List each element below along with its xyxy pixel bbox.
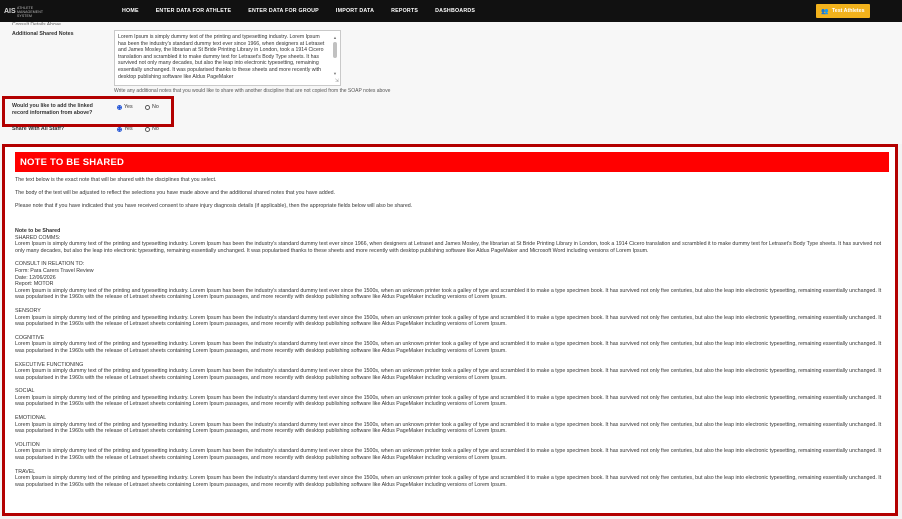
top-nav-bar: AIS ATHLETE MANAGEMENT SYSTEM HOME ENTER… — [0, 0, 902, 22]
nav-enter-data-athlete[interactable]: ENTER DATA FOR ATHLETE — [156, 8, 232, 14]
test-athletes-button[interactable]: 👥 Test Athletes — [816, 4, 870, 18]
note-to-be-shared-panel: NOTE TO BE SHARED The text below is the … — [2, 144, 898, 516]
radio-selected-icon — [117, 104, 122, 110]
additional-notes-label: Additional Shared Notes — [12, 31, 74, 37]
linked-no-label: No — [152, 104, 159, 110]
resize-handle-icon[interactable]: ⇲ — [335, 78, 339, 85]
linked-yes-label: Yes — [124, 104, 133, 110]
section-text: Lorem Ipsum is simply dummy text of the … — [15, 368, 882, 381]
scroll-down-icon[interactable]: ▼ — [333, 71, 337, 78]
consult-form: Form: Para Carers Travel Review — [15, 267, 94, 274]
linked-yes-radio[interactable]: Yes — [117, 104, 133, 110]
share-all-staff-label: Share With All Staff? — [12, 126, 65, 132]
share-yes-label: Yes — [124, 126, 133, 132]
users-icon: 👥 — [821, 8, 829, 15]
section-title: TRAVEL — [15, 468, 36, 475]
note-intro-1: The text below is the exact note that wi… — [15, 177, 217, 183]
nav-home[interactable]: HOME — [122, 8, 139, 14]
section-title: EMOTIONAL — [15, 415, 47, 422]
section-text: Lorem Ipsum is simply dummy text of the … — [15, 341, 882, 354]
additional-notes-value: Lorem Ipsum is simply dummy text of the … — [118, 34, 325, 80]
shared-comms-text: Lorem Ipsum is simply dummy text of the … — [15, 241, 882, 254]
nav-enter-data-group[interactable]: ENTER DATA FOR GROUP — [248, 8, 319, 14]
linked-no-radio[interactable]: No — [145, 104, 159, 110]
nav-dashboards[interactable]: DASHBOARDS — [435, 8, 475, 14]
consult-details-label: Consult Details Above — [12, 22, 61, 25]
radio-unselected-icon — [145, 104, 150, 110]
share-yes-radio[interactable]: Yes — [117, 126, 133, 132]
logo-mark: AIS — [4, 7, 16, 15]
note-header: NOTE TO BE SHARED — [15, 152, 889, 172]
consult-report: Report: MOTOR — [15, 281, 54, 288]
form-section: Consult Details Above Additional Shared … — [0, 22, 902, 144]
section-text: Lorem Ipsum is simply dummy text of the … — [15, 394, 882, 408]
share-no-radio[interactable]: No — [145, 126, 159, 132]
section-title: SENSORY — [15, 307, 41, 314]
motor-text: Lorem Ipsum is simply dummy text of the … — [15, 287, 882, 301]
radio-selected-icon — [117, 126, 122, 132]
scroll-up-icon[interactable]: ▲ — [333, 35, 337, 42]
linked-record-question: Would you like to add the linked record … — [12, 103, 93, 116]
main-nav: HOME ENTER DATA FOR ATHLETE ENTER DATA F… — [122, 0, 492, 22]
additional-notes-helper: Write any additional notes that you woul… — [114, 88, 391, 94]
logo-text: ATHLETE MANAGEMENT SYSTEM — [17, 5, 44, 18]
note-intro-3: Please note that if you have indicated t… — [15, 203, 413, 209]
additional-notes-textarea[interactable]: Lorem Ipsum is simply dummy text of the … — [114, 30, 341, 86]
scroll-thumb[interactable] — [333, 42, 337, 58]
shared-comms-label: SHARED COMMS: — [15, 234, 61, 241]
share-no-label: No — [152, 126, 159, 132]
test-athletes-label: Test Athletes — [831, 8, 865, 14]
section-text: Lorem Ipsum is simply dummy text of the … — [15, 448, 882, 462]
section-title: VOLITION — [15, 441, 40, 448]
radio-unselected-icon — [145, 126, 150, 132]
section-title: EXECUTIVE FUNCTIONING — [15, 361, 84, 368]
section-text: Lorem Ipsum is simply dummy text of the … — [15, 314, 882, 328]
nav-reports[interactable]: REPORTS — [391, 8, 418, 14]
section-title: COGNITIVE — [15, 334, 45, 341]
app-logo[interactable]: AIS ATHLETE MANAGEMENT SYSTEM — [4, 3, 44, 20]
consult-label: CONSULT IN RELATION TO: — [15, 261, 85, 268]
nav-import-data[interactable]: IMPORT DATA — [336, 8, 374, 14]
note-intro-2: The body of the text will be adjusted to… — [15, 190, 336, 196]
section-text: Lorem Ipsum is simply dummy text of the … — [15, 475, 882, 488]
note-body: Note to be Shared SHARED COMMS: Lorem Ip… — [15, 228, 889, 488]
note-title: Note to be Shared — [15, 228, 61, 234]
section-text: Lorem Ipsum is simply dummy text of the … — [15, 421, 882, 435]
consult-date: Date: 12/06/2026 — [15, 274, 56, 281]
textarea-scrollbar[interactable]: ▲ ▼ — [332, 32, 339, 84]
section-title: SOCIAL — [15, 388, 35, 395]
